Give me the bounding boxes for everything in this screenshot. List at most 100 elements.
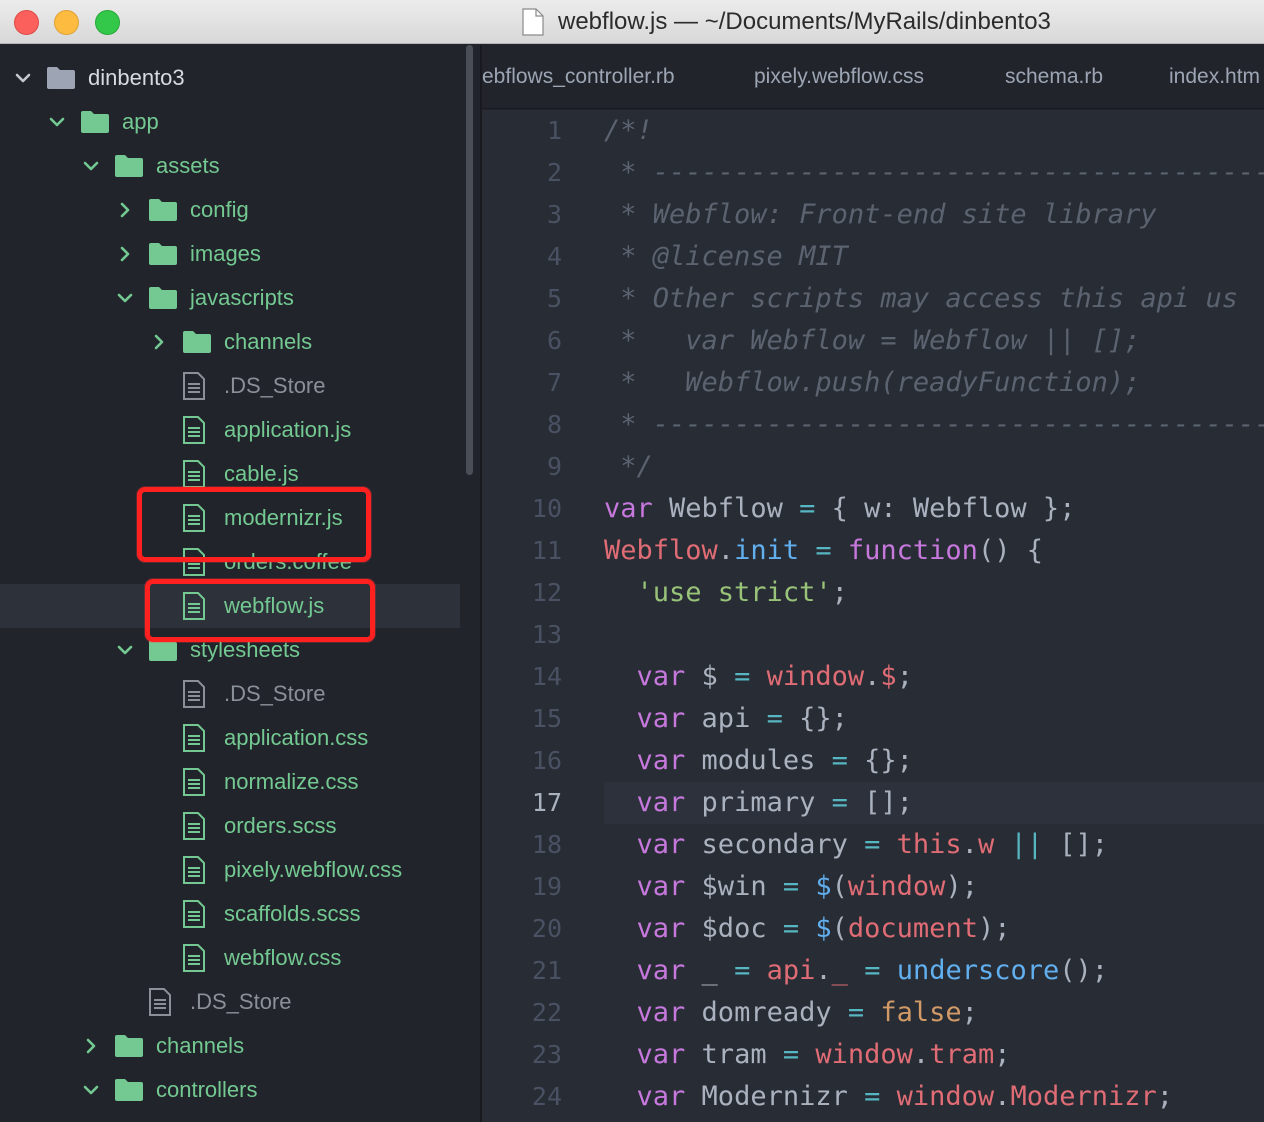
tree-folder[interactable]: assets	[0, 144, 460, 188]
chevron-down-icon[interactable]	[116, 641, 134, 659]
code-line[interactable]: 16 var modules = {};	[482, 740, 1264, 782]
chevron-right-icon[interactable]	[116, 201, 134, 219]
tree-file[interactable]: .DS_Store	[0, 980, 460, 1024]
maximize-window-button[interactable]	[95, 10, 120, 35]
tree-folder[interactable]: channels	[0, 1024, 460, 1068]
code-token: var	[636, 871, 686, 902]
chevron-down-icon[interactable]	[116, 289, 134, 307]
code-line[interactable]: 10 var Webflow = { w: Webflow };	[482, 488, 1264, 530]
code-line[interactable]: 23 var tram = window.tram;	[482, 1034, 1264, 1076]
tree-item-label: pixely.webflow.css	[224, 857, 403, 882]
sidebar-scrollbar[interactable]	[466, 45, 473, 475]
tree-file[interactable]: .DS_Store	[0, 672, 460, 716]
tree-item-label: .DS_Store	[224, 373, 326, 398]
code-line[interactable]: 4 * @license MIT	[482, 236, 1264, 278]
close-window-button[interactable]	[14, 10, 39, 35]
tree-file[interactable]: .DS_Store	[0, 364, 460, 408]
tree-folder[interactable]: controllers	[0, 1068, 460, 1112]
code-token: var	[636, 1081, 686, 1112]
code-line[interactable]: 14 var $ = window.$;	[482, 656, 1264, 698]
chevron-down-icon[interactable]	[82, 1081, 100, 1099]
line-number: 6	[546, 326, 562, 355]
chevron-down-icon[interactable]	[14, 69, 32, 87]
code-text: var $doc = $(document);	[604, 913, 1011, 944]
code-line[interactable]: 7 * Webflow.push(readyFunction);	[482, 362, 1264, 404]
code-line[interactable]: 9 */	[482, 446, 1264, 488]
tree-file[interactable]: orders.scss	[0, 804, 460, 848]
editor-tab[interactable]: ebflows_controller.rb	[482, 45, 675, 108]
code-line[interactable]: 11 Webflow.init = function() {	[482, 530, 1264, 572]
code-token: ;	[896, 661, 913, 692]
code-line[interactable]: 21 var _ = api._ = underscore();	[482, 950, 1264, 992]
tree-file[interactable]: normalize.css	[0, 760, 460, 804]
code-line[interactable]: 5 * Other scripts may access this api us	[482, 278, 1264, 320]
tree-folder[interactable]: config	[0, 188, 460, 232]
code-line[interactable]: 2 * ------------------------------------…	[482, 152, 1264, 194]
code-line[interactable]: 24 var Modernizr = window.Modernizr;	[482, 1076, 1264, 1118]
tree-file[interactable]: scaffolds.scss	[0, 892, 460, 936]
code-token: () {	[977, 535, 1043, 566]
tree-folder[interactable]: dinbento3	[0, 56, 460, 100]
tree-file[interactable]: webflow.css	[0, 936, 460, 980]
code-line[interactable]: 17 var primary = [];	[482, 782, 1264, 824]
code-token: $	[685, 661, 735, 692]
code-line[interactable]: 18 var secondary = this.w || [];	[482, 824, 1264, 866]
folder-icon	[115, 155, 143, 177]
tree-file[interactable]: pixely.webflow.css	[0, 848, 460, 892]
code-token: var	[636, 955, 686, 986]
code-text: var secondary = this.w || [];	[604, 829, 1109, 860]
code-token: modules	[685, 745, 832, 776]
code-token: document	[847, 913, 978, 944]
code-editor[interactable]: 1 /*! 2 * --------------------------------…	[482, 110, 1264, 1122]
tree-folder[interactable]: images	[0, 232, 460, 276]
editor-tab[interactable]: schema.rb	[1005, 45, 1103, 108]
tree-folder[interactable]: channels	[0, 320, 460, 364]
chevron-down-icon[interactable]	[82, 157, 100, 175]
code-line[interactable]: 15 var api = {};	[482, 698, 1264, 740]
code-text: * @license MIT	[604, 242, 848, 272]
code-line[interactable]: 1 /*!	[482, 110, 1264, 152]
code-text: var api = {};	[604, 704, 848, 734]
line-number: 11	[531, 536, 562, 565]
minimize-window-button[interactable]	[54, 10, 79, 35]
tree-item-label: assets	[156, 153, 220, 178]
code-token: */	[604, 451, 653, 482]
code-line[interactable]: 3 * Webflow: Front-end site library	[482, 194, 1264, 236]
editor-tab[interactable]: index.htm	[1169, 45, 1260, 108]
code-token: .	[961, 829, 978, 860]
tree-folder[interactable]: app	[0, 100, 460, 144]
code-line[interactable]: 19 var $win = $(window);	[482, 866, 1264, 908]
code-token: var	[636, 703, 686, 734]
code-token: var	[636, 997, 686, 1028]
tree-file[interactable]: application.js	[0, 408, 460, 452]
code-line[interactable]: 22 var domready = false;	[482, 992, 1264, 1034]
editor-tab[interactable]: pixely.webflow.css	[754, 45, 924, 108]
code-line[interactable]: 6 * var Webflow = Webflow || [];	[482, 320, 1264, 362]
tree-item-label: scaffolds.scss	[224, 901, 361, 926]
chevron-right-icon[interactable]	[82, 1037, 100, 1055]
code-token: =	[782, 871, 800, 902]
code-token: var	[636, 829, 686, 860]
tree-file[interactable]: application.css	[0, 716, 460, 760]
code-line[interactable]: 12 'use strict';	[482, 572, 1264, 614]
code-line[interactable]: 13	[482, 614, 1264, 656]
line-number: 20	[531, 914, 562, 943]
code-line[interactable]: 8 * ------------------------------------…	[482, 404, 1264, 446]
code-line[interactable]: 20 var $doc = $(document);	[482, 908, 1264, 950]
tree-item-label: channels	[224, 329, 313, 354]
code-token: $	[815, 871, 832, 902]
line-number: 23	[531, 1040, 562, 1069]
chevron-right-icon[interactable]	[150, 333, 168, 351]
chevron-right-icon[interactable]	[116, 245, 134, 263]
line-number: 5	[546, 284, 562, 313]
tree-folder[interactable]: javascripts	[0, 276, 460, 320]
chevron-down-icon[interactable]	[48, 113, 66, 131]
line-number: 4	[546, 242, 562, 271]
